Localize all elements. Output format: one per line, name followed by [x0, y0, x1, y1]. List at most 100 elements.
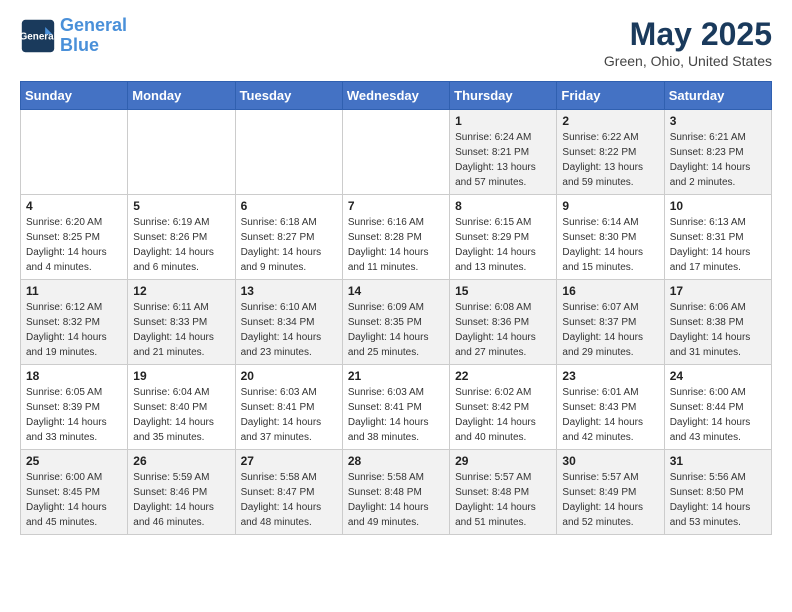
- day-info: Sunrise: 6:11 AMSunset: 8:33 PMDaylight:…: [133, 300, 229, 360]
- day-number: 30: [562, 454, 658, 468]
- header-day-sunday: Sunday: [21, 82, 128, 110]
- calendar-cell: 26 Sunrise: 5:59 AMSunset: 8:46 PMDaylig…: [128, 450, 235, 535]
- day-info: Sunrise: 6:03 AMSunset: 8:41 PMDaylight:…: [241, 385, 337, 445]
- header-day-saturday: Saturday: [664, 82, 771, 110]
- day-info: Sunrise: 6:06 AMSunset: 8:38 PMDaylight:…: [670, 300, 766, 360]
- day-number: 16: [562, 284, 658, 298]
- day-info: Sunrise: 6:21 AMSunset: 8:23 PMDaylight:…: [670, 130, 766, 190]
- calendar-cell: 24 Sunrise: 6:00 AMSunset: 8:44 PMDaylig…: [664, 365, 771, 450]
- day-info: Sunrise: 6:19 AMSunset: 8:26 PMDaylight:…: [133, 215, 229, 275]
- calendar-cell: 19 Sunrise: 6:04 AMSunset: 8:40 PMDaylig…: [128, 365, 235, 450]
- calendar-cell: 28 Sunrise: 5:58 AMSunset: 8:48 PMDaylig…: [342, 450, 449, 535]
- day-info: Sunrise: 6:09 AMSunset: 8:35 PMDaylight:…: [348, 300, 444, 360]
- calendar-header: SundayMondayTuesdayWednesdayThursdayFrid…: [21, 82, 772, 110]
- day-info: Sunrise: 6:13 AMSunset: 8:31 PMDaylight:…: [670, 215, 766, 275]
- day-number: 2: [562, 114, 658, 128]
- day-number: 11: [26, 284, 122, 298]
- header-day-tuesday: Tuesday: [235, 82, 342, 110]
- calendar-week-2: 4 Sunrise: 6:20 AMSunset: 8:25 PMDayligh…: [21, 195, 772, 280]
- day-number: 12: [133, 284, 229, 298]
- day-number: 6: [241, 199, 337, 213]
- day-number: 22: [455, 369, 551, 383]
- calendar-cell: 14 Sunrise: 6:09 AMSunset: 8:35 PMDaylig…: [342, 280, 449, 365]
- day-info: Sunrise: 6:00 AMSunset: 8:44 PMDaylight:…: [670, 385, 766, 445]
- day-number: 4: [26, 199, 122, 213]
- day-number: 15: [455, 284, 551, 298]
- day-number: 20: [241, 369, 337, 383]
- header-day-monday: Monday: [128, 82, 235, 110]
- calendar-cell: 8 Sunrise: 6:15 AMSunset: 8:29 PMDayligh…: [450, 195, 557, 280]
- day-number: 8: [455, 199, 551, 213]
- calendar-table: SundayMondayTuesdayWednesdayThursdayFrid…: [20, 81, 772, 535]
- calendar-cell: 17 Sunrise: 6:06 AMSunset: 8:38 PMDaylig…: [664, 280, 771, 365]
- calendar-cell: 21 Sunrise: 6:03 AMSunset: 8:41 PMDaylig…: [342, 365, 449, 450]
- calendar-cell: 22 Sunrise: 6:02 AMSunset: 8:42 PMDaylig…: [450, 365, 557, 450]
- day-number: 18: [26, 369, 122, 383]
- calendar-cell: 2 Sunrise: 6:22 AMSunset: 8:22 PMDayligh…: [557, 110, 664, 195]
- day-number: 5: [133, 199, 229, 213]
- day-info: Sunrise: 6:18 AMSunset: 8:27 PMDaylight:…: [241, 215, 337, 275]
- day-info: Sunrise: 6:14 AMSunset: 8:30 PMDaylight:…: [562, 215, 658, 275]
- day-info: Sunrise: 5:56 AMSunset: 8:50 PMDaylight:…: [670, 470, 766, 530]
- calendar-cell: 23 Sunrise: 6:01 AMSunset: 8:43 PMDaylig…: [557, 365, 664, 450]
- day-info: Sunrise: 5:58 AMSunset: 8:48 PMDaylight:…: [348, 470, 444, 530]
- day-info: Sunrise: 6:01 AMSunset: 8:43 PMDaylight:…: [562, 385, 658, 445]
- calendar-cell: 10 Sunrise: 6:13 AMSunset: 8:31 PMDaylig…: [664, 195, 771, 280]
- subtitle: Green, Ohio, United States: [604, 53, 772, 69]
- main-title: May 2025: [604, 16, 772, 53]
- calendar-cell: 20 Sunrise: 6:03 AMSunset: 8:41 PMDaylig…: [235, 365, 342, 450]
- day-info: Sunrise: 6:15 AMSunset: 8:29 PMDaylight:…: [455, 215, 551, 275]
- day-info: Sunrise: 6:00 AMSunset: 8:45 PMDaylight:…: [26, 470, 122, 530]
- day-number: 29: [455, 454, 551, 468]
- day-info: Sunrise: 6:24 AMSunset: 8:21 PMDaylight:…: [455, 130, 551, 190]
- day-info: Sunrise: 6:16 AMSunset: 8:28 PMDaylight:…: [348, 215, 444, 275]
- day-number: 31: [670, 454, 766, 468]
- calendar-cell: 16 Sunrise: 6:07 AMSunset: 8:37 PMDaylig…: [557, 280, 664, 365]
- day-number: 23: [562, 369, 658, 383]
- header-day-friday: Friday: [557, 82, 664, 110]
- calendar-cell: [235, 110, 342, 195]
- day-info: Sunrise: 6:20 AMSunset: 8:25 PMDaylight:…: [26, 215, 122, 275]
- title-block: May 2025 Green, Ohio, United States: [604, 16, 772, 69]
- day-number: 25: [26, 454, 122, 468]
- logo-icon: General: [20, 18, 56, 54]
- calendar-cell: 3 Sunrise: 6:21 AMSunset: 8:23 PMDayligh…: [664, 110, 771, 195]
- calendar-cell: [128, 110, 235, 195]
- calendar-week-4: 18 Sunrise: 6:05 AMSunset: 8:39 PMDaylig…: [21, 365, 772, 450]
- calendar-cell: 11 Sunrise: 6:12 AMSunset: 8:32 PMDaylig…: [21, 280, 128, 365]
- logo-line1: General: [60, 15, 127, 35]
- calendar-cell: 12 Sunrise: 6:11 AMSunset: 8:33 PMDaylig…: [128, 280, 235, 365]
- day-info: Sunrise: 5:59 AMSunset: 8:46 PMDaylight:…: [133, 470, 229, 530]
- calendar-week-5: 25 Sunrise: 6:00 AMSunset: 8:45 PMDaylig…: [21, 450, 772, 535]
- calendar-week-1: 1 Sunrise: 6:24 AMSunset: 8:21 PMDayligh…: [21, 110, 772, 195]
- calendar-cell: 5 Sunrise: 6:19 AMSunset: 8:26 PMDayligh…: [128, 195, 235, 280]
- day-info: Sunrise: 6:05 AMSunset: 8:39 PMDaylight:…: [26, 385, 122, 445]
- calendar-cell: 18 Sunrise: 6:05 AMSunset: 8:39 PMDaylig…: [21, 365, 128, 450]
- day-number: 24: [670, 369, 766, 383]
- day-number: 19: [133, 369, 229, 383]
- header-day-wednesday: Wednesday: [342, 82, 449, 110]
- calendar-cell: 30 Sunrise: 5:57 AMSunset: 8:49 PMDaylig…: [557, 450, 664, 535]
- calendar-cell: 25 Sunrise: 6:00 AMSunset: 8:45 PMDaylig…: [21, 450, 128, 535]
- calendar-cell: 31 Sunrise: 5:56 AMSunset: 8:50 PMDaylig…: [664, 450, 771, 535]
- day-number: 7: [348, 199, 444, 213]
- calendar-cell: 9 Sunrise: 6:14 AMSunset: 8:30 PMDayligh…: [557, 195, 664, 280]
- calendar-body: 1 Sunrise: 6:24 AMSunset: 8:21 PMDayligh…: [21, 110, 772, 535]
- calendar-header-row: SundayMondayTuesdayWednesdayThursdayFrid…: [21, 82, 772, 110]
- day-info: Sunrise: 6:04 AMSunset: 8:40 PMDaylight:…: [133, 385, 229, 445]
- day-number: 13: [241, 284, 337, 298]
- calendar-week-3: 11 Sunrise: 6:12 AMSunset: 8:32 PMDaylig…: [21, 280, 772, 365]
- logo-line2: Blue: [60, 35, 99, 55]
- day-number: 3: [670, 114, 766, 128]
- day-number: 28: [348, 454, 444, 468]
- day-info: Sunrise: 6:03 AMSunset: 8:41 PMDaylight:…: [348, 385, 444, 445]
- page-header: General General Blue May 2025 Green, Ohi…: [20, 16, 772, 69]
- day-info: Sunrise: 6:02 AMSunset: 8:42 PMDaylight:…: [455, 385, 551, 445]
- calendar-cell: 1 Sunrise: 6:24 AMSunset: 8:21 PMDayligh…: [450, 110, 557, 195]
- day-info: Sunrise: 6:10 AMSunset: 8:34 PMDaylight:…: [241, 300, 337, 360]
- day-number: 1: [455, 114, 551, 128]
- day-number: 14: [348, 284, 444, 298]
- day-number: 10: [670, 199, 766, 213]
- day-info: Sunrise: 5:58 AMSunset: 8:47 PMDaylight:…: [241, 470, 337, 530]
- day-info: Sunrise: 6:08 AMSunset: 8:36 PMDaylight:…: [455, 300, 551, 360]
